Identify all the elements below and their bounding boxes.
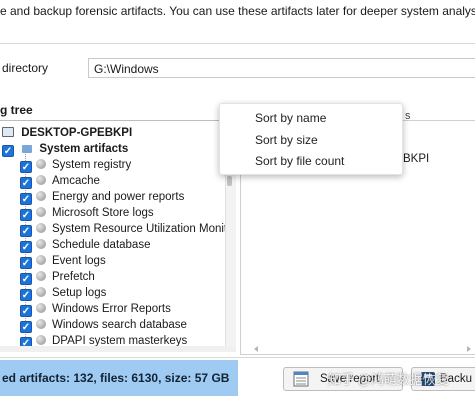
status-dot-icon [36,335,46,345]
status-dot-icon [36,223,46,233]
status-dot-icon [36,207,46,217]
tree-group-label: System artifacts [39,143,129,155]
tree-item[interactable]: ✓ Prefetch [20,269,95,285]
tree-item[interactable]: ✓ Microsoft Store logs [20,205,154,221]
checkbox-checked[interactable]: ✓ [20,161,32,173]
tree-item[interactable]: ✓ Energy and power reports [20,189,184,205]
page-description: e and backup forensic artifacts. You can… [0,4,475,18]
status-dot-icon [36,239,46,249]
tree-item-label: Schedule database [52,239,151,251]
checkbox-checked[interactable]: ✓ [20,225,32,237]
details-horizontal-scrollbar[interactable] [250,345,475,353]
status-dot-icon [36,191,46,201]
checkbox-checked[interactable]: ✓ [20,193,32,205]
tree-item-label: System registry [52,159,132,171]
tree-item[interactable]: ✓ Windows Error Reports [20,301,171,317]
tree-item[interactable]: ✓ Setup logs [20,285,106,301]
tree-item-label: Windows search database [52,319,187,331]
checkbox-checked[interactable]: ✓ [20,241,32,253]
tree-title: g tree [0,103,33,117]
checkbox-checked[interactable]: ✓ [20,321,32,333]
checkbox-checked[interactable]: ✓ [2,145,14,157]
checkbox-checked[interactable]: ✓ [20,273,32,285]
scroll-left-arrow-icon[interactable] [254,346,258,352]
tree-scroll-thumb[interactable] [227,176,232,186]
status-dot-icon [36,255,46,265]
details-header-text: s [405,110,411,122]
tree-item-label: Prefetch [52,271,95,283]
header-divider [0,43,475,44]
menu-item-sort-by-name[interactable]: Sort by name [255,111,326,125]
tree-item-label: System Resource Utilization Monito [52,223,234,235]
tree-item[interactable]: ✓ System Resource Utilization Monito [20,221,234,237]
tree-item[interactable]: ✓ Amcache [20,173,100,189]
tree-group-system-artifacts[interactable]: ✓ System artifacts [2,141,128,157]
status-dot-icon [36,159,46,169]
checkbox-checked[interactable]: ✓ [20,257,32,269]
status-dot-icon [36,287,46,297]
status-dot-icon [36,271,46,281]
tree-item-label: Event logs [52,255,106,267]
footer-divider [0,357,475,358]
checkbox-checked[interactable]: ✓ [20,177,32,189]
directory-label: directory [2,61,49,75]
status-dot-icon [36,319,46,329]
menu-item-sort-by-size[interactable]: Sort by size [255,133,318,147]
sort-context-menu: Sort by name Sort by size Sort by file c… [219,103,403,175]
tree-item-label: Setup logs [52,287,107,299]
scroll-right-arrow-icon[interactable] [467,346,471,352]
tree-root-label: DESKTOP-GPEBKPI [21,127,133,139]
menu-item-sort-by-file-count[interactable]: Sort by file count [255,154,344,168]
watermark: 知乎 @鸿萌数据恢复 [328,372,449,387]
tree-item[interactable]: ✓ Event logs [20,253,106,269]
checkbox-checked[interactable]: ✓ [20,289,32,301]
tree-item-label: Microsoft Store logs [52,207,154,219]
tree-item[interactable]: ✓ Schedule database [20,237,150,253]
checkbox-checked[interactable]: ✓ [20,209,32,221]
tree-horizontal-scrollbar[interactable] [0,346,236,352]
tree-root[interactable]: DESKTOP-GPEBKPI [2,125,132,141]
tree-item-label: Amcache [52,175,100,187]
artifact-tree[interactable]: DESKTOP-GPEBKPI ✓ System artifacts ✓ Syst… [0,120,236,348]
directory-input[interactable]: G:\Windows [88,58,475,78]
tree-item[interactable]: ✓ System registry [20,157,131,173]
tree-item-label: Energy and power reports [52,191,185,203]
folder-icon [22,145,33,153]
computer-icon [2,127,14,137]
status-dot-icon [36,303,46,313]
report-icon [293,371,309,387]
checkbox-checked[interactable]: ✓ [20,305,32,317]
tree-item[interactable]: ✓ Windows search database [20,317,187,333]
status-dot-icon [36,175,46,185]
details-hostname: BKPI [403,153,430,165]
status-bar: ed artifacts: 132, files: 6130, size: 57… [0,360,238,396]
tree-item-label: Windows Error Reports [52,303,171,315]
